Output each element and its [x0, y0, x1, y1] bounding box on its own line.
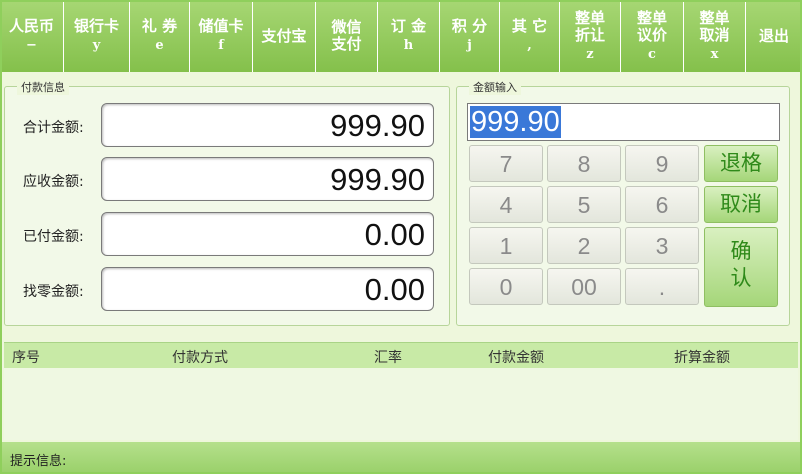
- key-9[interactable]: 9: [625, 145, 699, 182]
- receivable-amount-label: 应收金额:: [23, 174, 84, 190]
- col-payment-amount: 付款金额: [488, 350, 544, 366]
- paid-amount-row: 已付金额: 0.00: [5, 212, 451, 258]
- backspace-button[interactable]: 退格: [704, 145, 778, 182]
- amount-input-title: 金额输入: [469, 79, 521, 95]
- toolbar-label: 整单: [574, 8, 605, 27]
- toolbar-label: 储值卡: [198, 17, 244, 35]
- amount-input-value: 999.90: [470, 106, 561, 138]
- confirm-button[interactable]: 确 认: [704, 227, 778, 307]
- toolbar-label: 银行卡: [73, 17, 119, 35]
- change-amount-row: 找零金额: 0.00: [5, 267, 451, 313]
- toolbar-shortcut-key: j: [467, 38, 472, 53]
- payment-method-toolbar: 人民币 − 银行卡 y 礼 券 e 储值卡 f 支付宝 微信 支付订 金h积 分j其 它, 整单 折让 z…: [0, 0, 802, 72]
- order-cancel-button[interactable]: 整单 取消 x: [684, 0, 746, 72]
- key-7[interactable]: 7: [469, 145, 543, 182]
- col-exchange-rate: 汇率: [374, 350, 402, 366]
- paid-amount-label: 已付金额:: [23, 229, 84, 245]
- col-index: 序号: [12, 350, 40, 366]
- cash-button[interactable]: 人民币 −: [0, 0, 64, 72]
- toolbar-label: 支付宝: [261, 26, 307, 45]
- toolbar-label: 整单: [636, 8, 667, 27]
- receivable-amount-row: 应收金额: 999.90: [5, 157, 451, 203]
- key-2[interactable]: 2: [547, 227, 621, 264]
- toolbar-label: 积 分: [451, 17, 488, 35]
- key-0[interactable]: 0: [469, 268, 543, 305]
- points-button[interactable]: 积 分 j: [440, 0, 500, 72]
- key-00[interactable]: 00: [547, 268, 621, 305]
- toolbar-shortcut-key: −: [26, 38, 37, 53]
- toolbar-shortcut-key: x: [710, 46, 719, 62]
- payment-table-header: 序号 付款方式 汇率 付款金额 折算金额: [4, 342, 798, 368]
- total-amount-field: 999.90: [101, 103, 434, 147]
- total-amount-row: 合计金额: 999.90: [5, 103, 451, 149]
- order-bargain-button[interactable]: 整单 议价 c: [621, 0, 684, 72]
- paid-amount-field: 0.00: [101, 212, 434, 256]
- order-discount-button[interactable]: 整单 折让 z: [560, 0, 621, 72]
- coupon-button[interactable]: 礼 券 e: [130, 0, 190, 72]
- exit-button[interactable]: 退出: [746, 0, 802, 72]
- toolbar-label: 订 金: [390, 17, 427, 35]
- deposit-button[interactable]: 订 金 h: [378, 0, 440, 72]
- payment-info-group: 付款信息 合计金额: 999.90 应收金额: 999.90 已付金额: 0.0…: [4, 79, 451, 326]
- toolbar-label: 整单: [699, 8, 730, 27]
- amount-input-group: 金额输入 999.90 7 8 9 退格 4 5 6 取消 1 2 3 确 认 …: [456, 79, 790, 326]
- payment-table-body[interactable]: [4, 368, 798, 440]
- confirm-line-1: 确: [730, 239, 752, 263]
- key-3[interactable]: 3: [625, 227, 699, 264]
- total-amount-label: 合计金额:: [23, 120, 84, 136]
- bank-card-button[interactable]: 银行卡 y: [64, 0, 130, 72]
- toolbar-label: 其 它: [511, 17, 548, 35]
- toolbar-shortcut-key: f: [218, 38, 224, 53]
- status-bar: 提示信息:: [0, 442, 802, 474]
- toolbar-label: 微信: [331, 18, 362, 36]
- key-dot[interactable]: .: [625, 268, 699, 305]
- toolbar-label-line2: 折让: [574, 25, 605, 44]
- amount-input[interactable]: 999.90: [467, 103, 780, 141]
- key-6[interactable]: 6: [625, 186, 699, 223]
- key-1[interactable]: 1: [469, 227, 543, 264]
- stored-value-card-button[interactable]: 储值卡 f: [190, 0, 253, 72]
- col-converted-amount: 折算金额: [674, 350, 730, 366]
- toolbar-shortcut-key: h: [403, 38, 414, 53]
- status-label: 提示信息:: [10, 454, 67, 469]
- key-4[interactable]: 4: [469, 186, 543, 223]
- alipay-button[interactable]: 支付宝: [253, 0, 316, 72]
- receivable-amount-field: 999.90: [101, 157, 434, 201]
- toolbar-shortcut-key: ,: [527, 38, 532, 53]
- wechat-pay-button[interactable]: 微信 支付: [316, 0, 378, 72]
- toolbar-label-line2: 议价: [636, 25, 667, 44]
- toolbar-label: 礼 券: [141, 17, 178, 35]
- toolbar-label-line2: 支付: [331, 35, 362, 53]
- toolbar-shortcut-key: y: [92, 38, 101, 53]
- toolbar-shortcut-key: e: [155, 38, 164, 53]
- change-amount-field: 0.00: [101, 267, 434, 311]
- key-5[interactable]: 5: [547, 186, 621, 223]
- toolbar-label-line2: 取消: [699, 25, 730, 44]
- confirm-line-2: 认: [730, 266, 752, 290]
- cancel-button[interactable]: 取消: [704, 186, 778, 223]
- toolbar-shortcut-key: c: [648, 46, 656, 62]
- toolbar-label: 人民币: [8, 17, 54, 35]
- toolbar-label: 退出: [758, 26, 789, 45]
- payment-info-title: 付款信息: [17, 79, 69, 95]
- toolbar-shortcut-key: z: [586, 46, 594, 62]
- col-payment-method: 付款方式: [172, 350, 228, 366]
- change-amount-label: 找零金额:: [23, 284, 84, 300]
- other-button[interactable]: 其 它,: [500, 0, 560, 72]
- key-8[interactable]: 8: [547, 145, 621, 182]
